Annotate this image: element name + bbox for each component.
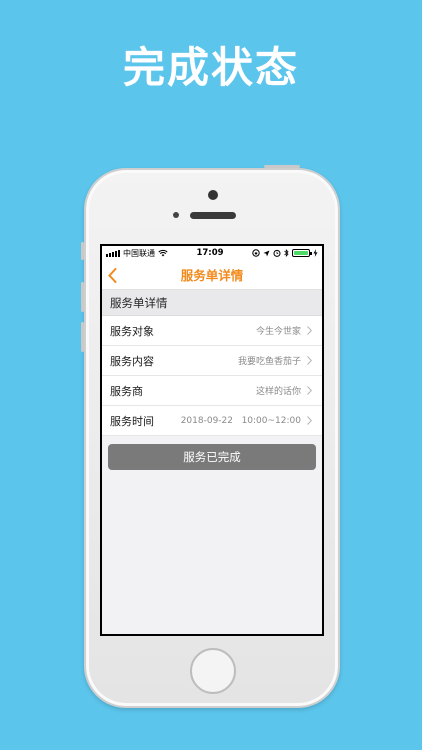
- chevron-right-icon: [307, 356, 314, 366]
- signal-icon: [106, 249, 120, 257]
- phone-frame: 中国联通 17:09 服务单详情 服务单详情 服务对象 今生今世家 服务内容 我…: [81, 165, 340, 708]
- chevron-right-icon: [307, 416, 314, 426]
- battery-icon: [292, 249, 312, 257]
- carrier-name: 中国联通: [123, 248, 155, 258]
- row-value: 2018-09-22 10:00~12:00: [180, 415, 301, 426]
- row-service-provider[interactable]: 服务商 这样的话你: [102, 376, 322, 406]
- wifi-icon: [158, 249, 168, 257]
- earpiece-speaker: [190, 212, 236, 219]
- page-title: 服务单详情: [180, 268, 244, 283]
- volume-down-button: [81, 322, 84, 352]
- row-value: 这样的话你: [255, 387, 301, 397]
- bluetooth-icon: [284, 249, 289, 257]
- row-service-time[interactable]: 服务时间 2018-09-22 10:00~12:00: [102, 406, 322, 436]
- power-button: [264, 165, 300, 168]
- volume-up-button: [81, 282, 84, 312]
- row-service-content[interactable]: 服务内容 我要吃鱼香茄子: [102, 346, 322, 376]
- status-bar: 中国联通 17:09: [102, 246, 322, 260]
- lock-rotation-icon: [252, 249, 260, 257]
- row-label: 服务对象: [110, 324, 154, 338]
- proximity-sensor: [173, 212, 179, 218]
- mute-switch: [81, 242, 84, 260]
- chevron-right-icon: [307, 386, 314, 396]
- location-icon: [263, 250, 270, 256]
- front-camera: [208, 190, 218, 200]
- back-button[interactable]: [108, 266, 122, 284]
- headline: 完成状态: [122, 43, 299, 92]
- row-label: 服务商: [110, 384, 143, 398]
- service-completed-button[interactable]: 服务已完成: [108, 444, 316, 470]
- row-label: 服务时间: [110, 414, 154, 428]
- status-time: 17:09: [196, 248, 224, 258]
- phone-screen: 中国联通 17:09 服务单详情 服务单详情 服务对象 今生今世家 服务内容 我…: [100, 244, 324, 636]
- row-service-target[interactable]: 服务对象 今生今世家: [102, 316, 322, 346]
- section-header: 服务单详情: [102, 290, 322, 316]
- alarm-icon: [273, 249, 281, 257]
- chevron-right-icon: [307, 326, 314, 336]
- home-button: [190, 648, 236, 694]
- charging-icon: [313, 249, 318, 257]
- chevron-left-icon: [108, 267, 117, 283]
- row-value: 今生今世家: [255, 327, 301, 337]
- navigation-bar: 服务单详情: [102, 260, 322, 290]
- row-value: 我要吃鱼香茄子: [237, 357, 301, 367]
- row-label: 服务内容: [110, 354, 154, 368]
